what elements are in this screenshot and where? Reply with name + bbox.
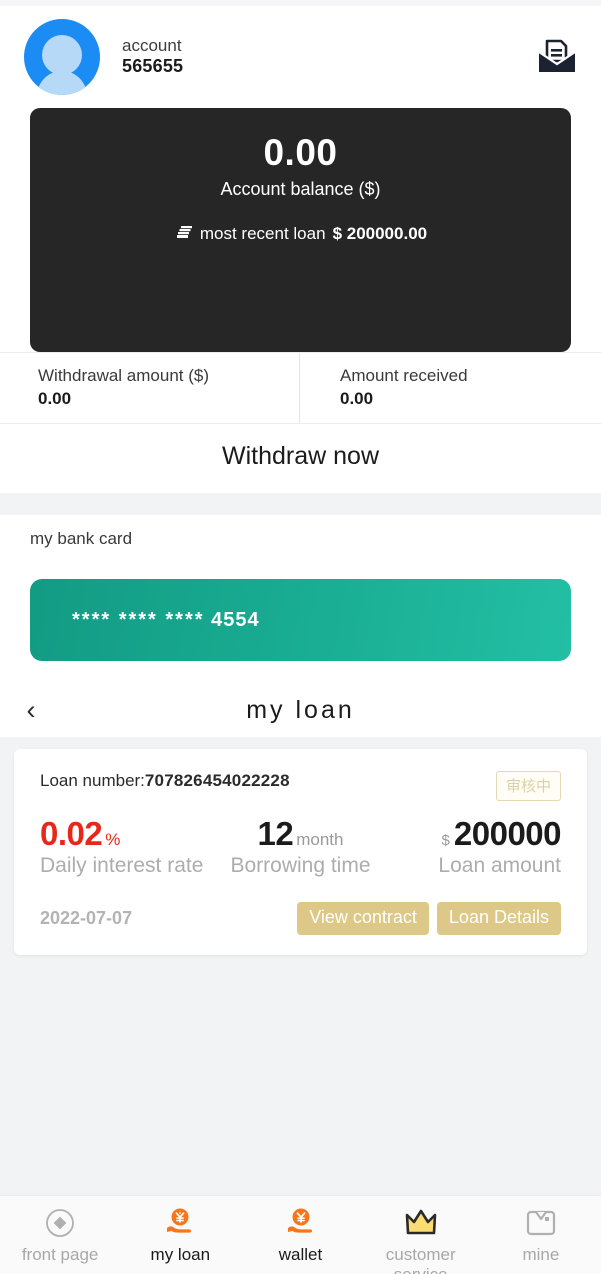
chevron-left-icon[interactable]: ‹	[0, 696, 50, 724]
stat-loan-amount: $200000 Loan amount	[387, 817, 561, 878]
balance-card: 0.00 Account balance ($) most recent loa…	[30, 108, 571, 352]
loan-action-buttons: View contract Loan Details	[297, 901, 561, 935]
loan-stats-row: 0.02% Daily interest rate 12 month Borrow…	[40, 817, 562, 878]
my-loan-title: my loan	[246, 695, 355, 724]
stat-unit: month	[296, 830, 344, 849]
bank-card-number: **** **** **** 4554	[72, 609, 260, 632]
amount-received-value: 0.00	[340, 388, 374, 408]
nav-item-my-loan[interactable]: my loan	[120, 1205, 240, 1265]
loan-number: Loan number:707826454022228	[40, 771, 290, 791]
stat-unit: $	[441, 832, 450, 849]
loan-card-footer: 2022-07-07 View contract Loan Details	[40, 901, 561, 935]
nav-label: customer service	[385, 1245, 456, 1274]
loan-date: 2022-07-07	[40, 907, 133, 928]
nav-label: my loan	[150, 1245, 211, 1264]
bank-card-section-title: my bank card	[22, 529, 217, 553]
bank-card-mask: **** **** ****	[72, 608, 205, 631]
nav-label: mine	[522, 1245, 560, 1264]
balance-label: Account balance ($)	[220, 178, 381, 199]
stat-caption: Daily interest rate	[40, 854, 204, 877]
stat-unit: %	[105, 830, 121, 849]
stat-caption: Borrowing time	[230, 854, 371, 877]
view-contract-button[interactable]: View contract	[297, 901, 429, 935]
withdrawal-amount-cell[interactable]: Withdrawal amount ($) 0.00	[0, 353, 299, 423]
nav-item-wallet[interactable]: wallet	[240, 1205, 360, 1265]
stat-value: 0.02	[40, 815, 103, 852]
section-divider	[0, 493, 601, 515]
nav-item-front-page[interactable]: front page	[0, 1205, 120, 1265]
bank-card-title-wrap: my bank card	[0, 529, 601, 553]
nav-item-customer-service[interactable]: customer service	[361, 1205, 481, 1274]
withdraw-now-button[interactable]: Withdraw now	[0, 424, 601, 493]
loan-number-value: 707826454022228	[144, 771, 290, 790]
recent-loan-row: most recent loan $ 200000.00	[30, 222, 571, 246]
loan-list-area: Loan number:707826454022228 审核中 0.02% Da…	[0, 737, 601, 1195]
loan-number-row: Loan number:707826454022228 审核中	[40, 771, 561, 801]
user-avatar-icon[interactable]	[24, 19, 100, 95]
nav-label: front page	[21, 1245, 99, 1264]
bottom-navigation: front page my loan wallet customer mine	[0, 1195, 601, 1274]
account-info: account 565655	[122, 36, 183, 79]
stat-value-row: 0.02%	[40, 817, 214, 850]
bank-card-title-text: my bank card	[30, 529, 133, 548]
stat-caption: Loan amount	[438, 854, 562, 877]
crown-icon	[403, 1205, 439, 1241]
withdrawal-amount-label: Withdrawal amount ($)	[38, 366, 210, 385]
bank-card[interactable]: **** **** **** 4554	[30, 579, 571, 661]
withdrawal-amount-value: 0.00	[38, 388, 72, 408]
balance-amount: 0.00	[263, 132, 338, 173]
money-stack-icon	[174, 222, 193, 246]
stat-value: 12	[257, 815, 294, 852]
account-label: account	[122, 35, 182, 55]
stat-value: 200000	[453, 815, 562, 852]
bank-card-last4: 4554	[211, 608, 260, 631]
profile-card-icon	[525, 1205, 557, 1241]
recent-loan-label: most recent loan	[199, 223, 326, 243]
loan-details-button[interactable]: Loan Details	[436, 901, 561, 935]
nav-label: wallet	[278, 1245, 323, 1264]
hand-yen-coin-icon	[284, 1205, 318, 1241]
loan-number-label: Loan number:	[40, 771, 145, 790]
app-screen: account 565655 0.00 Account balance ($)	[0, 0, 601, 1274]
status-badge: 审核中	[495, 771, 561, 801]
stat-value-row: 12 month	[214, 817, 388, 850]
avatar-body-shape	[37, 71, 87, 95]
stat-borrowing-time: 12 month Borrowing time	[214, 817, 388, 878]
account-number: 565655	[122, 56, 184, 77]
my-loan-header: ‹ my loan	[0, 683, 601, 737]
nav-item-mine[interactable]: mine	[481, 1205, 601, 1265]
mail-envelope-icon[interactable]	[535, 37, 579, 77]
hand-yen-coin-icon	[163, 1205, 197, 1241]
recent-loan-amount: $ 200000.00	[332, 223, 428, 243]
loan-card[interactable]: Loan number:707826454022228 审核中 0.02% Da…	[14, 749, 587, 955]
amount-received-cell: Amount received 0.00	[299, 353, 601, 423]
withdraw-summary-row: Withdrawal amount ($) 0.00 Amount receiv…	[0, 352, 601, 424]
amount-received-label: Amount received	[340, 366, 468, 385]
home-diamond-icon	[43, 1205, 77, 1241]
balance-section: 0.00 Account balance ($) most recent loa…	[0, 108, 601, 352]
stat-value-row: $200000	[387, 815, 562, 852]
bank-card-section: my bank card **** **** **** 4554	[0, 515, 601, 683]
account-header: account 565655	[0, 6, 601, 108]
stat-daily-interest-rate: 0.02% Daily interest rate	[40, 817, 214, 878]
avatar-head-shape	[42, 35, 82, 75]
